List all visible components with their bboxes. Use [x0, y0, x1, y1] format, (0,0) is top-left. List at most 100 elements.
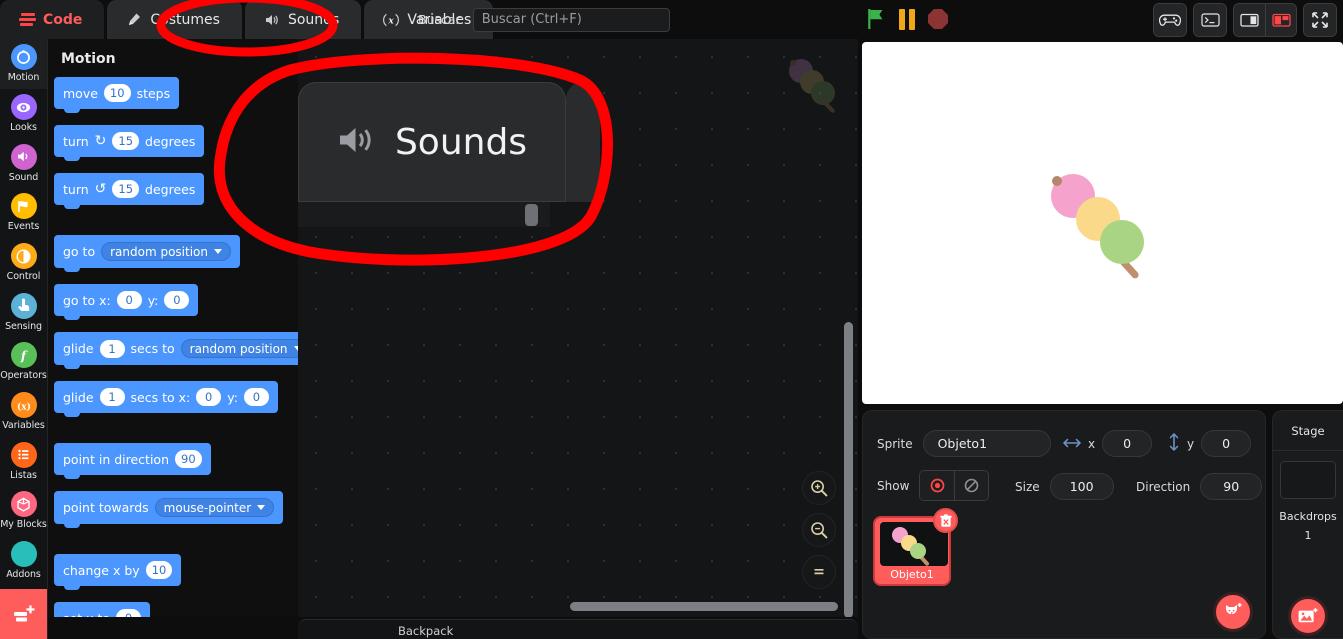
- show-hidden-button[interactable]: [954, 471, 989, 500]
- block-input-x[interactable]: 0: [116, 609, 141, 617]
- block-text: degrees: [145, 181, 196, 197]
- blocks-palette[interactable]: Motion move 10 steps turn ↻ 15 degrees t…: [48, 39, 298, 617]
- sprite-list: Objeto1: [873, 508, 958, 586]
- sidebar-item-variables[interactable]: (x) Variables: [0, 387, 47, 437]
- block-glide-to-xy[interactable]: glide 1 secs to x: 0 y: 0: [54, 381, 278, 417]
- block-set-x-to[interactable]: set x to 0: [54, 602, 150, 617]
- stage-sprite-objeto1[interactable]: [1040, 164, 1180, 284]
- backpack-label: Backpack: [398, 624, 454, 638]
- block-input-x[interactable]: 0: [196, 388, 222, 406]
- block-dropdown-target[interactable]: mouse-pointer: [154, 498, 275, 517]
- block-point-towards[interactable]: point towards mouse-pointer: [54, 491, 284, 528]
- block-input-steps[interactable]: 10: [103, 84, 131, 102]
- block-point-in-direction[interactable]: point in direction 90: [54, 443, 211, 479]
- sidebar-label-sensing: Sensing: [5, 320, 42, 332]
- green-flag-icon[interactable]: [866, 8, 886, 30]
- block-input-y[interactable]: 0: [243, 388, 269, 406]
- block-input-secs[interactable]: 1: [99, 388, 125, 406]
- tab-code[interactable]: Code: [0, 0, 105, 39]
- block-go-to-xy[interactable]: go to x: 0 y: 0: [54, 284, 199, 320]
- sprite-direction-input[interactable]: [1200, 473, 1263, 500]
- sensing-icon: [10, 292, 37, 319]
- workspace-horizontal-scrollbar[interactable]: [570, 602, 838, 611]
- block-change-x-by[interactable]: change x by 10: [54, 554, 182, 590]
- block-input-y[interactable]: 0: [164, 291, 190, 309]
- block-text: move: [63, 85, 98, 101]
- add-backdrop-button[interactable]: [1288, 596, 1328, 636]
- sound-icon: [10, 143, 37, 170]
- block-input-secs[interactable]: 1: [99, 339, 125, 358]
- code-workspace[interactable]: Sounds: [298, 39, 858, 617]
- block-input-degrees[interactable]: 15: [112, 132, 140, 150]
- workspace-vertical-scrollbar[interactable]: [844, 322, 853, 617]
- block-input-direction[interactable]: 90: [175, 450, 202, 468]
- dropdown-value: random position: [110, 244, 208, 259]
- sprite-name-input[interactable]: [922, 430, 1051, 457]
- block-glide-to[interactable]: glide 1 secs to random position: [54, 332, 298, 369]
- pause-icon[interactable]: [899, 8, 915, 30]
- motion-icon: [10, 44, 37, 71]
- zoom-out-button[interactable]: [802, 513, 836, 547]
- sidebar-item-motion[interactable]: Motion: [0, 39, 47, 89]
- sidebar-item-operators[interactable]: f Operators: [0, 337, 47, 387]
- sidebar-item-addons[interactable]: Addons: [0, 536, 47, 586]
- tab-sounds[interactable]: Sounds: [244, 0, 362, 39]
- layout-left-icon[interactable]: [1234, 4, 1265, 36]
- block-go-to[interactable]: go to random position: [54, 235, 240, 272]
- dropdown-value: mouse-pointer: [163, 500, 252, 515]
- stage-title[interactable]: Stage: [1273, 411, 1343, 451]
- block-turn-left[interactable]: turn ↺ 15 degrees: [54, 173, 205, 209]
- sidebar-label-addons: Addons: [6, 569, 41, 581]
- block-dropdown-target[interactable]: random position: [101, 242, 231, 261]
- my-blocks-icon: [10, 491, 37, 518]
- magnified-speaker-icon: [337, 123, 379, 161]
- sprite-x-row: x: [1063, 430, 1153, 457]
- block-text: secs to x:: [130, 389, 191, 405]
- sidebar-item-sound[interactable]: Sound: [0, 138, 47, 188]
- block-text: change x by: [63, 562, 140, 578]
- block-turn-right[interactable]: turn ↻ 15 degrees: [54, 125, 205, 161]
- sidebar-item-looks[interactable]: Looks: [0, 89, 47, 139]
- search-input[interactable]: [472, 7, 670, 32]
- looks-icon: [10, 94, 37, 120]
- sprite-card-objeto1[interactable]: Objeto1: [873, 508, 958, 586]
- magnified-sounds-tab[interactable]: Sounds: [298, 82, 566, 202]
- sprite-size-input[interactable]: [1049, 473, 1114, 500]
- block-dropdown-target[interactable]: random position: [180, 339, 298, 358]
- add-sprite-button[interactable]: [1213, 592, 1253, 632]
- layout-right-icon[interactable]: [1265, 4, 1296, 36]
- sidebar-item-control[interactable]: Control: [0, 238, 47, 288]
- show-visible-button[interactable]: [920, 471, 955, 500]
- stage[interactable]: [862, 42, 1343, 404]
- terminal-icon[interactable]: [1194, 4, 1226, 36]
- add-extension-button[interactable]: [0, 589, 47, 639]
- turn-clockwise-icon: ↻: [94, 133, 107, 149]
- sprite-y-input[interactable]: [1201, 430, 1252, 457]
- svg-text:(x): (x): [17, 401, 31, 412]
- block-text: turn: [63, 133, 89, 149]
- variable-icon: x: [382, 11, 400, 29]
- block-input-dx[interactable]: 10: [145, 561, 173, 579]
- sprite-x-input[interactable]: [1102, 430, 1153, 457]
- operators-icon: f: [10, 342, 37, 369]
- sprite-info-panel: Sprite x y Show: [862, 410, 1266, 639]
- sidebar-item-my-blocks[interactable]: My Blocks: [0, 486, 47, 536]
- variables-icon: (x): [10, 392, 37, 419]
- delete-sprite-button[interactable]: [933, 508, 958, 533]
- tab-costumes[interactable]: Costumes: [107, 0, 242, 39]
- sidebar-item-events[interactable]: Events: [0, 188, 47, 238]
- block-input-degrees[interactable]: 15: [112, 180, 140, 198]
- fullscreen-icon[interactable]: [1304, 4, 1336, 36]
- stop-icon[interactable]: [928, 9, 948, 29]
- zoom-reset-button[interactable]: [802, 555, 836, 589]
- sidebar-label-sound: Sound: [8, 171, 39, 183]
- block-input-x[interactable]: 0: [116, 291, 142, 309]
- stage-backdrop-thumbnail[interactable]: [1280, 461, 1336, 499]
- block-move-steps[interactable]: move 10 steps: [54, 77, 180, 113]
- backpack-bar[interactable]: Backpack: [298, 619, 858, 639]
- gamepad-icon[interactable]: [1154, 4, 1186, 36]
- sprite-card-label: Objeto1: [890, 568, 934, 581]
- zoom-in-button[interactable]: [802, 471, 836, 505]
- sidebar-item-sensing[interactable]: Sensing: [0, 287, 47, 337]
- sidebar-item-listas[interactable]: Listas: [0, 436, 47, 486]
